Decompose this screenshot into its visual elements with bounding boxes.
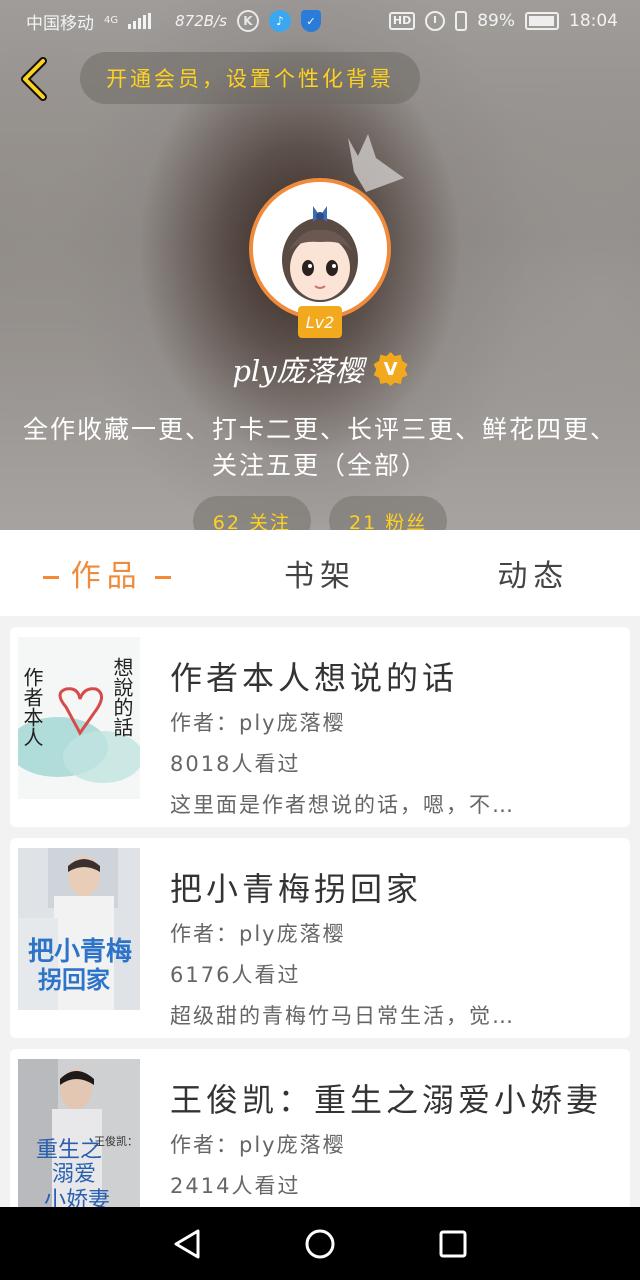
status-left: 中国移动 4G 872B/s K ♪ ✓ — [26, 9, 321, 34]
signal-icon — [128, 13, 152, 29]
following-button[interactable]: 62 关注 — [192, 496, 311, 530]
book-summary: 这里面是作者想说的话，嗯，不… — [170, 793, 515, 817]
book-author: 作者：ply庞落樱 — [170, 1133, 346, 1157]
circle-home-icon — [305, 1229, 335, 1258]
battery-percent: 89% — [477, 11, 515, 31]
avatar[interactable] — [249, 178, 391, 320]
clock-time: 18:04 — [569, 11, 618, 31]
level-badge: Lv2 — [298, 306, 342, 338]
verified-badge-icon: V — [373, 352, 408, 386]
svg-text:重生之: 重生之 — [36, 1138, 102, 1163]
book-card[interactable]: 作者本人 想說的話 作者本人想说的话 作者：ply庞落樱 8018人看过 这里面… — [10, 627, 630, 827]
username: ply庞落樱 — [232, 354, 364, 388]
followers-button[interactable]: 21 粉丝 — [329, 496, 448, 530]
book-title: 把小青梅拐回家 — [170, 870, 423, 908]
vip-background-button[interactable]: 开通会员，设置个性化背景 — [80, 52, 420, 104]
nav-back-button[interactable] — [167, 1224, 207, 1264]
tab-bookshelf[interactable]: 书架 — [213, 551, 426, 595]
tab-activity[interactable]: 动态 — [427, 551, 640, 595]
tab-works[interactable]: 作品 — [0, 551, 213, 595]
hd-icon: HD — [388, 12, 416, 30]
tab-bar: 作品 书架 动态 — [0, 530, 640, 616]
book-card[interactable]: 把小青梅 拐回家 把小青梅拐回家 作者：ply庞落樱 6176人看过 超级甜的青… — [10, 838, 630, 1038]
book-views: 2414人看过 — [170, 1174, 301, 1198]
tab-indicator-right — [154, 576, 171, 579]
nav-home-button[interactable] — [300, 1224, 340, 1264]
music-app-icon: ♪ — [268, 10, 291, 32]
alarm-icon — [425, 11, 446, 31]
book-summary: 超级甜的青梅竹马日常生活，觉… — [170, 1004, 515, 1028]
book-title: 作者本人想说的话 — [170, 659, 459, 697]
square-recents-icon — [439, 1230, 467, 1257]
tab-indicator-left — [42, 576, 59, 579]
user-bio: 全作收藏一更、打卡二更、长评三更、鲜花四更、关注五更（全部） — [22, 415, 617, 480]
username-row: ply庞落樱 V — [0, 348, 640, 390]
book-author: 作者：ply庞落樱 — [170, 711, 346, 735]
svg-text:溺爱: 溺爱 — [52, 1162, 96, 1187]
book-cover: 作者本人 想說的話 — [18, 637, 140, 799]
book-views: 6176人看过 — [170, 963, 301, 987]
avatar-illustration — [253, 182, 387, 316]
network-speed: 872B/s — [175, 12, 227, 30]
battery-icon — [525, 12, 559, 30]
carrier-label: 中国移动 — [26, 13, 94, 34]
tab-activity-label: 动态 — [497, 559, 570, 594]
nav-recents-button[interactable] — [433, 1224, 473, 1264]
tab-works-label: 作品 — [70, 559, 143, 594]
svg-text:作者本人: 作者本人 — [20, 667, 44, 747]
system-nav-bar — [0, 1207, 640, 1280]
svg-text:想說的話: 想說的話 — [110, 657, 134, 737]
triangle-back-icon — [174, 1229, 200, 1258]
svg-text:拐回家: 拐回家 — [38, 965, 110, 994]
stats-row: 62 关注 21 粉丝 — [0, 496, 640, 530]
book-cover: 王俊凯： 重生之 溺爱 小娇妻 — [18, 1059, 140, 1221]
book-views: 8018人看过 — [170, 752, 301, 776]
tab-bookshelf-label: 书架 — [283, 559, 356, 594]
vibrate-icon — [455, 11, 468, 31]
profile-header: 中国移动 4G 872B/s K ♪ ✓ HD 89% 18:04 开通会员，设… — [0, 0, 640, 530]
network-label: 4G — [104, 15, 119, 26]
book-title: 王俊凯：重生之溺爱小娇妻 — [170, 1081, 603, 1119]
svg-text:把小青梅: 把小青梅 — [28, 936, 132, 967]
chevron-left-icon — [21, 57, 47, 101]
status-right: HD 89% 18:04 — [388, 11, 618, 31]
status-bar: 中国移动 4G 872B/s K ♪ ✓ HD 89% 18:04 — [0, 0, 640, 42]
back-button[interactable] — [14, 56, 54, 102]
book-cover: 把小青梅 拐回家 — [18, 848, 140, 1010]
book-author: 作者：ply庞落樱 — [170, 922, 346, 946]
k-app-icon: K — [236, 10, 259, 32]
shield-icon: ✓ — [300, 10, 321, 32]
